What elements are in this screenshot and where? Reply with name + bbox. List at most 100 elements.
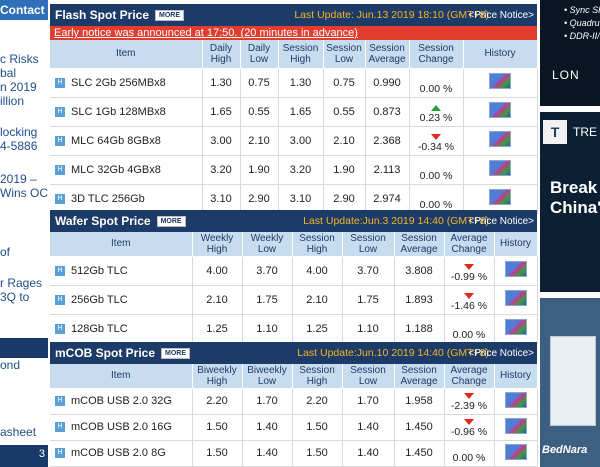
average-cell: 0.990: [365, 68, 410, 98]
early-notice-bar[interactable]: Early notice was announced at 17:50. (20…: [50, 26, 537, 40]
table-row: H MLC 32Gb 4GBx8 3.20 1.90 3.20 1.90 2.113 0.00…: [50, 155, 538, 185]
change-value: -0.96 %: [450, 425, 488, 438]
column-header: History: [494, 364, 538, 389]
item-name[interactable]: mCOB USB 2.0 32G: [71, 395, 172, 407]
left-band-text: [0, 338, 48, 341]
news-link[interactable]: illion: [0, 94, 24, 108]
news-link[interactable]: c Risks: [0, 52, 39, 66]
item-name[interactable]: 3D TLC 256Gb: [71, 193, 145, 205]
price-cell: 1.50: [192, 414, 243, 441]
ad-banner-middle[interactable]: T TRE Break China': [540, 112, 600, 292]
item-cell[interactable]: HmCOB USB 2.0 32G: [50, 388, 193, 415]
mcob-price-notice-link[interactable]: <Price Notice>: [468, 348, 534, 359]
price-cell: 2.10: [240, 126, 279, 156]
price-cell: 1.90: [240, 155, 279, 185]
item-name[interactable]: mCOB USB 2.0 16G: [71, 421, 172, 433]
item-name[interactable]: SLC 1Gb 128MBx8: [71, 106, 166, 118]
price-cell: 3.00: [202, 126, 241, 156]
price-cell: 3.20: [202, 155, 241, 185]
history-chart-icon[interactable]: [504, 391, 527, 408]
history-chart-icon[interactable]: [489, 189, 511, 205]
item-name[interactable]: mCOB USB 2.0 8G: [71, 447, 166, 459]
price-cell: 1.25: [192, 314, 243, 344]
average-cell: 2.368: [365, 126, 410, 156]
change-cell: -0.34 %: [409, 126, 464, 156]
history-chart-icon[interactable]: [504, 443, 527, 460]
item-cell[interactable]: H 3D TLC 256Gb: [50, 184, 203, 214]
price-cell: 3.70: [242, 256, 293, 286]
news-link[interactable]: bal: [0, 66, 16, 80]
wafer-price-notice-link[interactable]: <Price Notice>: [468, 216, 534, 227]
average-cell: 0.873: [365, 97, 410, 127]
change-value: 0.00 %: [452, 451, 486, 464]
item-name[interactable]: 256Gb TLC: [71, 294, 128, 306]
item-cell[interactable]: H SLC 1Gb 128MBx8: [50, 97, 203, 127]
early-notice-text[interactable]: Early notice was announced at 17:50.: [54, 27, 237, 39]
early-notice-advance[interactable]: (20 minutes in advance): [237, 27, 358, 39]
column-header: Session High: [292, 232, 343, 257]
wafer-more-button[interactable]: MORE: [156, 215, 186, 227]
table-row: HmCOB USB 2.0 32G 2.20 1.70 2.20 1.70 1.958 -2…: [50, 388, 538, 415]
ad-brand-text: TRE: [573, 125, 597, 139]
column-header: Biweekly High: [192, 364, 243, 389]
item-type-icon: H: [55, 294, 65, 305]
history-chart-icon[interactable]: [489, 73, 511, 89]
mcob-spot-title[interactable]: mCOB Spot Price: [55, 346, 155, 360]
mcob-more-button[interactable]: MORE: [161, 347, 191, 359]
history-chart-icon[interactable]: [489, 131, 511, 147]
history-chart-icon[interactable]: [489, 102, 511, 118]
price-cell: 1.10: [242, 314, 293, 344]
item-cell[interactable]: H MLC 32Gb 4GBx8: [50, 155, 203, 185]
price-cell: 0.75: [240, 68, 279, 98]
item-cell[interactable]: H MLC 64Gb 8GBx8: [50, 126, 203, 156]
news-link[interactable]: Wins OC: [0, 186, 48, 200]
item-name[interactable]: 128Gb TLC: [71, 323, 128, 335]
flash-more-button[interactable]: MORE: [155, 9, 185, 21]
flash-price-notice-link[interactable]: <Price Notice>: [468, 10, 534, 21]
news-link[interactable]: 3Q to: [0, 290, 29, 304]
item-cell[interactable]: H 256Gb TLC: [50, 285, 193, 315]
contact-us-button[interactable]: Contact Us: [0, 0, 48, 20]
item-name[interactable]: 512Gb TLC: [71, 265, 128, 277]
change-value: 0.23 %: [419, 111, 453, 124]
change-cell: 0.00 %: [409, 155, 464, 185]
ad-watermark: BedNara: [542, 444, 588, 456]
news-link[interactable]: of: [0, 245, 10, 259]
news-link[interactable]: r Rages: [0, 276, 42, 290]
wafer-spot-title[interactable]: Wafer Spot Price: [55, 214, 151, 228]
price-cell: 3.70: [342, 256, 395, 286]
item-name[interactable]: MLC 32Gb 4GBx8: [71, 164, 161, 176]
history-chart-icon[interactable]: [504, 261, 527, 277]
item-cell[interactable]: H 128Gb TLC: [50, 314, 193, 344]
change-cell: 0.00 %: [444, 440, 495, 467]
history-chart-icon[interactable]: [504, 290, 527, 306]
ad-banner-bottom[interactable]: BedNara: [540, 298, 600, 467]
ad-feature-line: • DDR-II/: [564, 31, 600, 41]
news-link[interactable]: ond: [0, 358, 20, 372]
ad-banner-top[interactable]: • Sync SR • Quadru • DDR-II/ LON: [540, 0, 600, 106]
news-link[interactable]: 4-5886: [0, 139, 37, 153]
table-row: H 512Gb TLC 4.00 3.70 4.00 3.70 3.808 -0.99 %: [50, 256, 538, 286]
history-chart-icon[interactable]: [504, 417, 527, 434]
news-link[interactable]: 2019 –: [0, 172, 37, 186]
flash-spot-title[interactable]: Flash Spot Price: [55, 8, 149, 22]
price-cell: 1.30: [278, 68, 324, 98]
item-cell[interactable]: HmCOB USB 2.0 16G: [50, 414, 193, 441]
news-link[interactable]: locking: [0, 125, 37, 139]
item-cell[interactable]: H SLC 2Gb 256MBx8: [50, 68, 203, 98]
news-link[interactable]: asheet: [0, 425, 36, 439]
history-chart-icon[interactable]: [504, 319, 527, 335]
column-header: Item: [50, 364, 193, 389]
right-ad-column: • Sync SR • Quadru • DDR-II/ LON T TRE B…: [540, 0, 600, 467]
ad-headline-line: China': [550, 198, 600, 217]
item-name[interactable]: MLC 64Gb 8GBx8: [71, 135, 161, 147]
column-header: Average Change: [444, 232, 495, 257]
news-link[interactable]: n 2019: [0, 80, 37, 94]
item-cell[interactable]: HmCOB USB 2.0 8G: [50, 440, 193, 467]
history-chart-icon[interactable]: [489, 160, 511, 176]
price-cell: 4.00: [192, 256, 243, 286]
item-name[interactable]: SLC 2Gb 256MBx8: [71, 77, 166, 89]
left-section-band: [0, 338, 48, 358]
item-type-icon: H: [55, 77, 65, 88]
item-cell[interactable]: H 512Gb TLC: [50, 256, 193, 286]
